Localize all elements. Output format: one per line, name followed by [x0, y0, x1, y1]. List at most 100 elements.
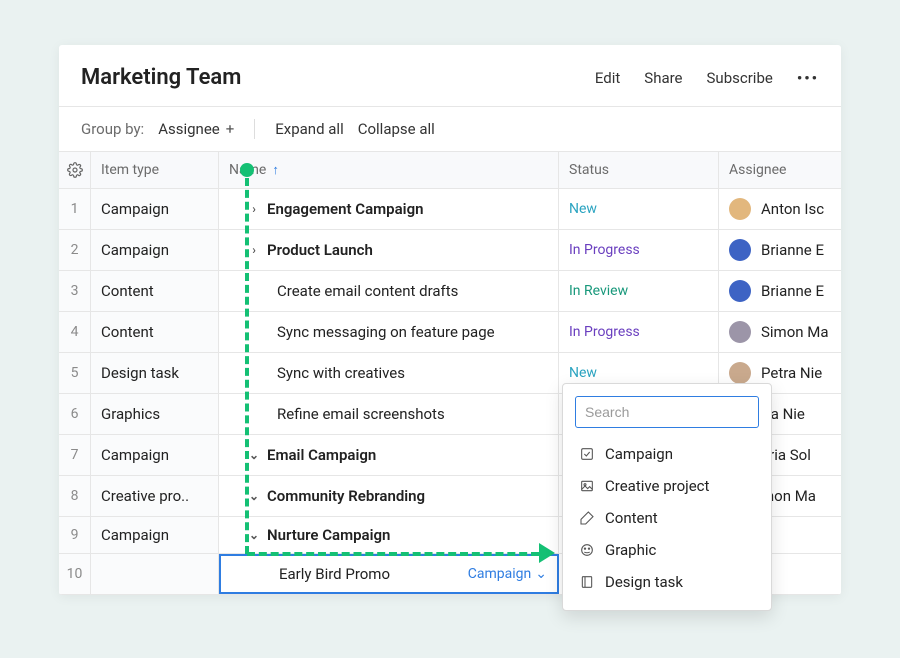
group-by-label: Group by:: [81, 120, 144, 138]
chevron-down-icon[interactable]: ⌄: [247, 489, 261, 503]
cell-name[interactable]: Create email content drafts: [219, 271, 559, 311]
group-by-value[interactable]: Assignee +: [158, 120, 234, 138]
assignee-name: Petra Nie: [761, 364, 822, 382]
col-header-status[interactable]: Status: [559, 152, 719, 188]
cell-name[interactable]: Refine email screenshots: [219, 394, 559, 434]
search-input[interactable]: [575, 396, 759, 428]
row-number: 9: [59, 517, 91, 553]
cell-item-type[interactable]: Graphics: [91, 394, 219, 434]
row-number: 3: [59, 271, 91, 311]
assignee-name: Simon Ma: [761, 323, 829, 341]
cell-item-type[interactable]: Content: [91, 312, 219, 352]
cell-name[interactable]: Sync messaging on feature page: [219, 312, 559, 352]
cell-status[interactable]: In Progress: [559, 230, 719, 270]
cell-name[interactable]: Sync with creatives: [219, 353, 559, 393]
cell-name[interactable]: ⌄ Community Rebranding: [219, 476, 559, 516]
expand-all-link[interactable]: Expand all: [275, 120, 343, 138]
cell-name[interactable]: ›Product Launch: [219, 230, 559, 270]
col-header-item-type[interactable]: Item type: [91, 152, 219, 188]
dropdown-item-label: Creative project: [605, 477, 709, 495]
guide-dot-icon: [240, 163, 254, 177]
cell-name-text: Sync with creatives: [277, 364, 405, 382]
cell-status[interactable]: In Progress: [559, 312, 719, 352]
cell-item-type[interactable]: Campaign: [91, 517, 219, 553]
row-number: 7: [59, 435, 91, 475]
dropdown-item-label: Content: [605, 509, 658, 527]
cell-assignee[interactable]: Brianne E: [719, 230, 841, 270]
cell-name[interactable]: ⌄ Nurture Campaign: [219, 517, 559, 553]
avatar: [729, 362, 751, 384]
cell-item-type[interactable]: Design task: [91, 353, 219, 393]
guide-vertical-line: [245, 178, 249, 554]
cell-name-text: Sync messaging on feature page: [277, 323, 495, 341]
gear-icon: [67, 162, 83, 178]
sort-asc-icon: ↑: [272, 162, 279, 178]
row-number: 5: [59, 353, 91, 393]
row-number: 10: [59, 554, 91, 594]
row-number: 1: [59, 189, 91, 229]
assignee-name: Anton Isc: [761, 200, 824, 218]
cell-status[interactable]: In Review: [559, 271, 719, 311]
chevron-down-icon[interactable]: ⌄: [247, 448, 261, 462]
settings-column-header[interactable]: [59, 152, 91, 188]
group-by-value-text: Assignee: [158, 120, 220, 138]
avatar: [729, 321, 751, 343]
row-number: 6: [59, 394, 91, 434]
cell-assignee[interactable]: Brianne E: [719, 271, 841, 311]
cell-name-text: Refine email screenshots: [277, 405, 445, 423]
cell-name[interactable]: › Engagement Campaign: [219, 189, 559, 229]
dropdown-item-content[interactable]: Content: [575, 502, 759, 534]
dropdown-item-design[interactable]: Design task: [575, 566, 759, 598]
table-row[interactable]: 2Campaign›Product LaunchIn Progress Brian…: [59, 230, 841, 271]
item-type-dropdown: Campaign Creative project Content Graphic De…: [562, 383, 772, 611]
edit-link[interactable]: Edit: [595, 69, 620, 87]
cell-assignee[interactable]: Simon Ma: [719, 312, 841, 352]
assignee-name: Brianne E: [761, 241, 824, 259]
cell-name-text: Engagement Campaign: [267, 200, 423, 218]
chevron-right-icon[interactable]: ›: [247, 202, 261, 216]
row-number: 8: [59, 476, 91, 516]
cell-name[interactable]: ⌄ Email Campaign: [219, 435, 559, 475]
dropdown-item-label: Campaign: [605, 445, 673, 463]
cell-name-text: Email Campaign: [267, 446, 376, 464]
cell-name-text: Community Rebranding: [267, 487, 425, 505]
collapse-all-link[interactable]: Collapse all: [358, 120, 435, 138]
page-title: Marketing Team: [81, 65, 595, 90]
plus-icon[interactable]: +: [226, 120, 235, 138]
col-header-assignee[interactable]: Assignee: [719, 152, 841, 188]
design-icon: [579, 574, 595, 590]
dropdown-item-label: Design task: [605, 573, 683, 591]
guide-horizontal-line: [247, 552, 539, 556]
cell-item-type[interactable]: Campaign: [91, 230, 219, 270]
chevron-down-icon[interactable]: ⌄: [247, 528, 261, 542]
subscribe-link[interactable]: Subscribe: [707, 69, 773, 87]
table-row[interactable]: 4ContentSync messaging on feature pageIn…: [59, 312, 841, 353]
chevron-down-icon: ⌄: [535, 566, 547, 582]
table-toolbar: Group by: Assignee + Expand all Collapse…: [59, 107, 841, 152]
col-header-name[interactable]: Name ↑: [219, 152, 559, 188]
dropdown-item-graphic[interactable]: Graphic: [575, 534, 759, 566]
cell-item-type[interactable]: Creative pro..: [91, 476, 219, 516]
cell-item-type[interactable]: Campaign: [91, 435, 219, 475]
cell-name-editing[interactable]: Early Bird PromoCampaign⌄: [219, 554, 559, 594]
cell-name-text: Nurture Campaign: [267, 526, 390, 544]
cell-status[interactable]: New: [559, 189, 719, 229]
cell-item-type[interactable]: [91, 554, 219, 594]
item-type-selector[interactable]: Campaign⌄: [468, 566, 547, 582]
cell-name-text: Create email content drafts: [277, 282, 458, 300]
divider: [254, 119, 255, 139]
more-menu-icon[interactable]: •••: [797, 69, 819, 87]
avatar: [729, 198, 751, 220]
dropdown-item-campaign[interactable]: Campaign: [575, 438, 759, 470]
avatar: [729, 280, 751, 302]
table-row[interactable]: 3Content Create email content drafts In Re…: [59, 271, 841, 312]
table-row[interactable]: 1Campaign › Engagement Campaign New Anton Is…: [59, 189, 841, 230]
avatar: [729, 239, 751, 261]
chevron-right-icon[interactable]: ›: [247, 243, 261, 257]
cell-assignee[interactable]: Anton Isc: [719, 189, 841, 229]
dropdown-item-creative[interactable]: Creative project: [575, 470, 759, 502]
row-number: 2: [59, 230, 91, 270]
share-link[interactable]: Share: [644, 69, 682, 87]
cell-item-type[interactable]: Content: [91, 271, 219, 311]
cell-item-type[interactable]: Campaign: [91, 189, 219, 229]
